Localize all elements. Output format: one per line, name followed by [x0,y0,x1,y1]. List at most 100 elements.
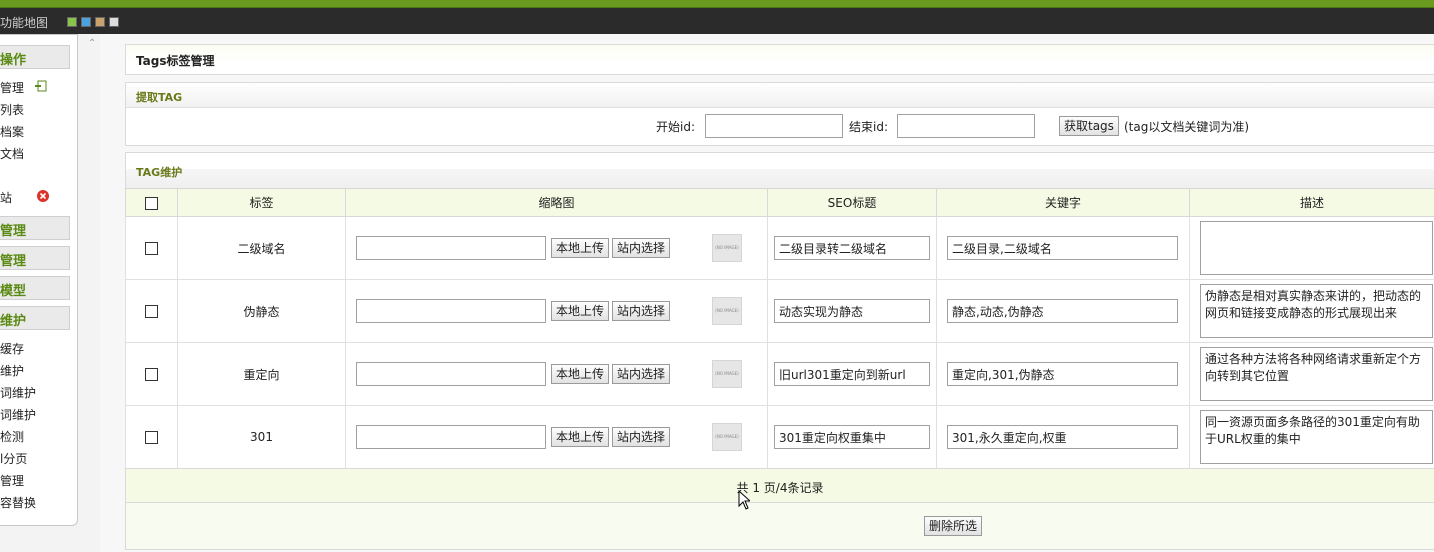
cursor-arrow-icon [738,489,752,510]
column-header: 标签 [177,188,346,217]
page-title: Tags标签管理 [136,54,215,68]
theme-brown-swatch[interactable] [95,17,105,27]
description-cell [1189,342,1434,406]
row-checkbox[interactable] [145,431,158,444]
delete-selected-button[interactable]: 删除所选 [924,516,983,536]
thumbnail-path-input[interactable] [356,236,546,260]
description-cell [1189,216,1434,280]
end-id-input[interactable] [897,114,1035,138]
maintain-title: TAG维护 [136,166,183,179]
sidebar-toggle-gutter[interactable]: ⌃ [78,34,100,552]
table-row: 二级域名 本地上传 站内选择 (NO IMAGE) [125,216,1434,280]
sidebar-head-maintain[interactable]: 维护 [0,306,70,330]
sidebar-item[interactable]: 词维护 [0,384,36,401]
site-select-button[interactable]: 站内选择 [612,238,671,258]
page-title-panel: Tags标签管理 [125,44,1434,75]
seo-title-input[interactable] [774,362,930,386]
row-checkbox[interactable] [145,368,158,381]
row-select-cell [125,342,178,406]
tag-name-cell: 301 [177,405,346,469]
site-select-button[interactable]: 站内选择 [612,427,671,447]
add-doc-icon[interactable] [35,80,47,92]
pager-row: 共 1 页/4条记录 [125,468,1434,503]
tag-table: 标签 缩略图 SEO标题 关键字 描述 二级域名 本地上传 站内选择 (NO I… [125,188,1434,469]
row-select-cell [125,279,178,343]
description-textarea[interactable] [1200,284,1433,338]
row-checkbox[interactable] [145,305,158,318]
sidebar-item[interactable]: 列表 [0,101,24,118]
sidebar-item[interactable]: 管理 [0,472,24,489]
theme-gray-swatch[interactable] [109,17,119,27]
sidebar-item[interactable]: 容替换 [0,494,36,511]
fetch-note: (tag以文档关键词为准) [1124,120,1250,134]
tag-name-cell: 二级域名 [177,216,346,280]
description-textarea[interactable] [1200,221,1433,275]
thumbnail-path-input[interactable] [356,299,546,323]
site-select-button[interactable]: 站内选择 [612,364,671,384]
table-row: 301 本地上传 站内选择 (NO IMAGE) [125,405,1434,469]
sidebar-item[interactable]: 维护 [0,362,24,379]
table-header-row: 标签 缩略图 SEO标题 关键字 描述 [125,188,1434,217]
row-select-cell [125,216,178,280]
left-sidebar: 操作 管理 列表 档案 文档 站 管理 管理 模型 维护 缓存 维护 词维护 词… [0,34,78,526]
theme-green-swatch[interactable] [67,17,77,27]
thumbnail-path-input[interactable] [356,425,546,449]
chevron-up-icon[interactable]: ⌃ [88,38,96,49]
keywords-cell [936,405,1190,469]
start-id-input[interactable] [705,114,843,138]
keywords-input[interactable] [947,299,1178,323]
site-select-button[interactable]: 站内选择 [612,301,671,321]
description-textarea[interactable] [1200,410,1433,464]
sidebar-item[interactable]: l分页 [0,450,27,467]
sidebar-item[interactable]: 检测 [0,428,24,445]
description-cell [1189,279,1434,343]
local-upload-button[interactable]: 本地上传 [551,427,610,447]
thumbnail-preview: (NO IMAGE) [712,360,742,388]
theme-blue-swatch[interactable] [81,17,91,27]
table-row: 伪静态 本地上传 站内选择 (NO IMAGE) [125,279,1434,343]
thumbnail-cell: 本地上传 站内选择 (NO IMAGE) [345,405,768,469]
fetch-tags-button[interactable]: 获取tags [1059,116,1119,136]
thumbnail-path-input[interactable] [356,362,546,386]
row-select-cell [125,405,178,469]
seo-title-input[interactable] [774,236,930,260]
keywords-cell [936,342,1190,406]
local-upload-button[interactable]: 本地上传 [551,238,610,258]
local-upload-button[interactable]: 本地上传 [551,364,610,384]
sidebar-item[interactable]: 管理 [0,79,24,96]
column-header: 关键字 [936,188,1190,217]
seo-title-cell [767,279,937,343]
sidebar-item[interactable]: 文档 [0,145,24,162]
keywords-cell [936,216,1190,280]
row-checkbox[interactable] [145,242,158,255]
sidebar-item[interactable]: 词维护 [0,406,36,423]
keywords-input[interactable] [947,425,1178,449]
close-icon[interactable] [37,190,49,202]
thumbnail-preview: (NO IMAGE) [712,423,742,451]
sidebar-item[interactable]: 站 [0,189,12,206]
description-textarea[interactable] [1200,347,1433,401]
seo-title-input[interactable] [774,299,930,323]
top-accent-bar [0,0,1434,7]
seo-title-cell [767,342,937,406]
sidebar-item[interactable]: 档案 [0,123,24,140]
select-all-cell [125,188,178,217]
sidebar-head[interactable]: 模型 [0,276,70,300]
tag-name-cell: 重定向 [177,342,346,406]
keywords-input[interactable] [947,362,1178,386]
tag-maintain-panel: TAG维护 [125,152,1434,189]
function-map-link[interactable]: 功能地图 [0,14,48,31]
end-id-label: 结束id: [849,120,888,134]
thumbnail-preview: (NO IMAGE) [712,297,742,325]
keywords-input[interactable] [947,236,1178,260]
seo-title-cell [767,216,937,280]
sidebar-head-operate[interactable]: 操作 [0,45,70,69]
sidebar-head[interactable]: 管理 [0,246,70,270]
thumbnail-cell: 本地上传 站内选择 (NO IMAGE) [345,342,768,406]
sidebar-head[interactable]: 管理 [0,216,70,240]
select-all-checkbox[interactable] [145,196,158,210]
thumbnail-cell: 本地上传 站内选择 (NO IMAGE) [345,279,768,343]
seo-title-input[interactable] [774,425,930,449]
local-upload-button[interactable]: 本地上传 [551,301,610,321]
sidebar-item[interactable]: 缓存 [0,340,24,357]
